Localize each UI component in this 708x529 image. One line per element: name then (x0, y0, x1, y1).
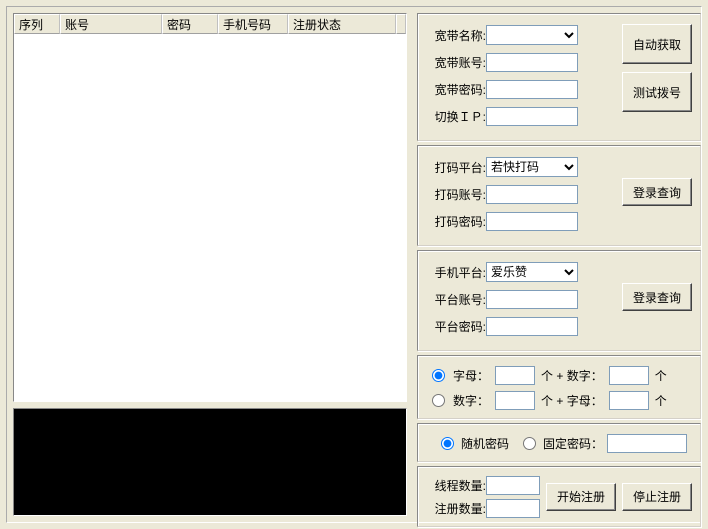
cp-password-input[interactable] (486, 212, 578, 231)
col-password[interactable]: 密码 (162, 14, 218, 34)
table-body[interactable] (14, 34, 406, 401)
bb-password-input[interactable] (486, 80, 578, 99)
gen-digit-label: 数字： (453, 392, 489, 409)
ph-platform-select[interactable]: 爱乐赞 (486, 262, 578, 282)
left-column: 序列 账号 密码 手机号码 注册状态 (13, 13, 407, 516)
cp-platform-select[interactable]: 若快打码 (486, 157, 578, 177)
gen-letter-label: 字母： (453, 367, 489, 384)
gen-mid2-label: 个 + 字母： (541, 392, 603, 409)
ph-password-label: 平台密码: (426, 318, 486, 335)
stop-button[interactable]: 停止注册 (622, 483, 692, 511)
pwd-fixed-input[interactable] (607, 434, 687, 453)
ph-platform-label: 手机平台: (426, 264, 486, 281)
generate-group: 字母： 个 + 数字： 个 数字： 个 + 字母： 个 (417, 355, 701, 419)
gen-digit2-count-input[interactable] (495, 391, 535, 410)
bb-switchip-input[interactable] (486, 107, 578, 126)
password-group: 随机密码 固定密码： (417, 423, 701, 462)
start-button[interactable]: 开始注册 (546, 483, 616, 511)
bb-name-select[interactable] (486, 25, 578, 45)
bb-password-label: 宽带密码: (426, 81, 486, 98)
bb-account-input[interactable] (486, 53, 578, 72)
cp-account-label: 打码账号: (426, 186, 486, 203)
regcount-input[interactable] (486, 499, 540, 518)
pwd-fixed-radio[interactable] (523, 437, 536, 450)
captcha-group: 打码平台: 若快打码 打码账号: 打码密码: 登录查询 (417, 145, 701, 246)
table-header: 序列 账号 密码 手机号码 注册状态 (14, 14, 406, 34)
col-seq[interactable]: 序列 (14, 14, 60, 34)
run-group: 线程数量: 注册数量: 开始注册 停止注册 (417, 466, 701, 527)
gen-digit-radio[interactable] (432, 394, 445, 407)
gen-mid1-label: 个 + 数字： (541, 367, 603, 384)
pwd-random-radio[interactable] (441, 437, 454, 450)
gen-letter2-count-input[interactable] (609, 391, 649, 410)
bb-auto-button[interactable]: 自动获取 (622, 24, 692, 64)
ph-password-input[interactable] (486, 317, 578, 336)
accounts-table[interactable]: 序列 账号 密码 手机号码 注册状态 (13, 13, 407, 402)
ph-login-button[interactable]: 登录查询 (622, 283, 692, 311)
log-output[interactable] (13, 408, 407, 516)
pwd-fixed-label: 固定密码： (543, 435, 603, 452)
broadband-group: 宽带名称: 宽带账号: 宽带密码: 切换ＩＰ: 自动获取 测试拨号 (417, 13, 701, 141)
col-phone[interactable]: 手机号码 (218, 14, 288, 34)
bb-account-label: 宽带账号: (426, 54, 486, 71)
cp-password-label: 打码密码: (426, 213, 486, 230)
phone-group: 手机平台: 爱乐赞 平台账号: 平台密码: 登录查询 (417, 250, 701, 351)
gen-tail1-label: 个 (655, 367, 667, 384)
bb-test-button[interactable]: 测试拨号 (622, 72, 692, 112)
cp-login-button[interactable]: 登录查询 (622, 178, 692, 206)
cp-account-input[interactable] (486, 185, 578, 204)
pwd-random-label: 随机密码 (461, 435, 509, 452)
gen-letter-count-input[interactable] (495, 366, 535, 385)
gen-tail2-label: 个 (655, 392, 667, 409)
ph-account-label: 平台账号: (426, 291, 486, 308)
thread-label: 线程数量: (426, 477, 486, 494)
layout: 序列 账号 密码 手机号码 注册状态 宽带名称: 宽带账号: 宽带密码: 切换Ｉ… (13, 13, 695, 516)
regcount-label: 注册数量: (426, 500, 486, 517)
right-column: 宽带名称: 宽带账号: 宽带密码: 切换ＩＰ: 自动获取 测试拨号 打码平台: … (417, 13, 701, 516)
col-account[interactable]: 账号 (60, 14, 162, 34)
gen-digit-count-input[interactable] (609, 366, 649, 385)
gen-letter-radio[interactable] (432, 369, 445, 382)
col-blank[interactable] (396, 14, 406, 34)
app-window: 序列 账号 密码 手机号码 注册状态 宽带名称: 宽带账号: 宽带密码: 切换Ｉ… (6, 6, 702, 523)
thread-input[interactable] (486, 476, 540, 495)
bb-switchip-label: 切换ＩＰ: (426, 108, 486, 125)
col-status[interactable]: 注册状态 (288, 14, 396, 34)
cp-platform-label: 打码平台: (426, 159, 486, 176)
bb-name-label: 宽带名称: (426, 27, 486, 44)
ph-account-input[interactable] (486, 290, 578, 309)
